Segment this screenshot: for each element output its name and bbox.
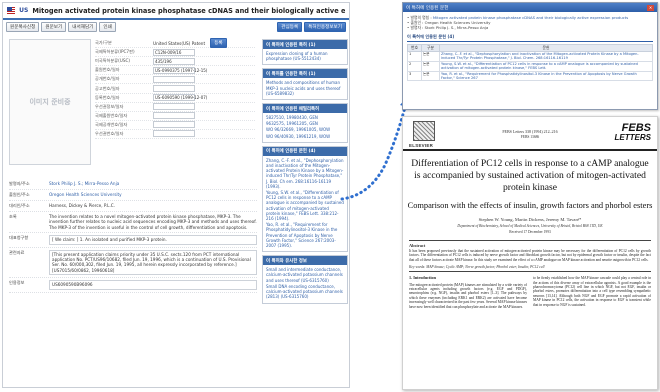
- cited-literature-table: 번호 구분 문헌 1 논문 Zhang, C.-F. et al., "Deph…: [407, 44, 653, 82]
- close-icon[interactable]: ✕: [647, 4, 654, 11]
- paper-keywords: Key words: MAP kinase; Cyclic AMP; Nerve…: [409, 265, 651, 273]
- publisher-name: ELSEVIER: [409, 143, 434, 148]
- meta-row: 공개번호/일자: [95, 75, 255, 85]
- meta-row: 우선권번호/일자: [95, 130, 255, 140]
- list-item[interactable]: Small and intermediate conductance, calc…: [266, 267, 344, 283]
- image-placeholder-text: 이미지 준비중: [29, 98, 71, 106]
- paper-header: ELSEVIER FEBS Letters 338 (1994) 212–216…: [403, 117, 657, 151]
- meta-row: 국제특허분류(IPC7판) C12N-009/16: [95, 48, 255, 58]
- citing-patents-box: 이 특허를 인용한 특허 (1) Methods and composition…: [262, 68, 348, 101]
- bookmark-button[interactable]: 관심등록: [277, 22, 303, 32]
- field-applicant: 출원인/주소 Oregon Health Sciences University: [9, 190, 257, 201]
- paper-affiliation: Department of Biochemistry, School of Me…: [457, 224, 603, 228]
- print-button[interactable]: 인쇄: [99, 22, 116, 32]
- window-info-line: • 발명자 : Stork Philip J. S., Mirra-Pesso …: [407, 25, 489, 30]
- meta-row: 출원번호/일자 US-0990375 (1997-12-15): [95, 66, 255, 76]
- related-info-sidebar: 이 특허에 인용된 특허 (1) Expression cloning of a…: [262, 39, 348, 307]
- abstract-text: It has been proposed previously that the…: [409, 249, 651, 262]
- view-original-button[interactable]: 원문보기: [41, 22, 67, 32]
- save-to-library-button[interactable]: 내서재담기: [68, 22, 98, 32]
- list-item[interactable]: WO 96/40930, 19961219, WOW: [266, 134, 344, 139]
- field-agent: 대리인/주소 Harness, Dickey & Pierce, P.L.C.: [9, 201, 257, 212]
- request-copy-button[interactable]: 원문복사신청: [6, 22, 40, 32]
- citation-info-button[interactable]: 특허인용정보보기: [304, 22, 346, 32]
- intro-heading: 1. Introduction: [409, 275, 436, 281]
- table-row[interactable]: 1 논문 Zhang, C.-F. et al., "Dephosphoryla…: [407, 51, 653, 62]
- meta-row: 국제출원번호/일자: [95, 112, 255, 121]
- field-inventor: 발명자/주소 Stork Philip J. S.; Mirra-Pesso An…: [9, 179, 257, 190]
- cited-patents-box: 이 특허에 인용된 특허 (1) Expression cloning of a…: [262, 39, 348, 66]
- list-item[interactable]: 9632575, 19961205, GEN: [266, 121, 344, 126]
- field-citation-info: 인용정보 US6090590B96096: [9, 278, 257, 293]
- country-code: US: [19, 7, 29, 14]
- list-item[interactable]: Expression cloning of a human phosphatas…: [266, 51, 344, 61]
- patent-toolbar: 원문복사신청 원문보기 내서재담기 인쇄 관심등록 특허인용정보보기: [3, 20, 349, 34]
- list-item[interactable]: Zhang, C.-F. et al., "Dephosphorylation …: [266, 158, 344, 189]
- field-abstract: 초록 The invention relates to a novel mitog…: [9, 212, 257, 234]
- patent-detail-panel: US Mitogen activated protein kinase phos…: [2, 2, 350, 388]
- meta-row: 우선권정보/일자: [95, 103, 255, 112]
- field-related: 관련자료 [This present application claims pri…: [9, 248, 257, 279]
- list-item[interactable]: Methods and compositions of human MKP-3 …: [266, 80, 344, 96]
- meta-row: 공고번호/일자: [95, 84, 255, 94]
- cited-literature-window: 이 특허에 인용된 문헌 ✕ • 발명의 명칭 : Mitogen activa…: [402, 2, 658, 110]
- inventor-link[interactable]: Stork Philip J. S.; Mirra-Pesso Anja: [49, 181, 257, 187]
- list-item[interactable]: Yao, R. et al., "Requirement for Phospha…: [266, 222, 344, 248]
- field-claim: 대표청구항[ We claim: ] 1. An isolated and pu…: [9, 233, 257, 248]
- list-item[interactable]: WO 96/32669, 19961005, WOW: [266, 127, 344, 132]
- paper-preview: ELSEVIER FEBS Letters 338 (1994) 212–216…: [402, 116, 658, 390]
- meta-row: 국가/구분 United States(US) Patent 등록: [95, 38, 255, 49]
- paper-authors: Stephen W. Young, Martin Dickens, Jeremy…: [478, 217, 582, 222]
- window-section-title: 이 특허에 인용된 문헌 (4): [407, 34, 653, 42]
- patent-title-bar: US Mitogen activated protein kinase phos…: [3, 3, 349, 20]
- paper-body: 1. Introduction The mitogen-activated pr…: [409, 275, 651, 309]
- patent-fields: 발명자/주소 Stork Philip J. S.; Mirra-Pesso An…: [9, 179, 257, 293]
- table-row[interactable]: 2 논문 Young, S.W. et al., "Differentiatio…: [407, 60, 653, 72]
- meta-row: 국제공개번호/일자: [95, 121, 255, 130]
- meta-row: 등록번호/일자 US-6090590 (1999-12-07): [95, 94, 255, 103]
- patent-image-placeholder: 이미지 준비중: [9, 39, 91, 165]
- meta-row: 미국특허분류(USC) 435/196: [95, 57, 255, 67]
- window-title: 이 특허에 인용된 문헌: [406, 5, 449, 11]
- paper-subtitle: Comparison with the effects of insulin, …: [407, 201, 653, 210]
- list-item[interactable]: Small DNA encoding conductance, calcium-…: [266, 284, 344, 300]
- paper-column-right: to be firmly established how the MAP kin…: [533, 276, 651, 307]
- similar-info-box: 이 특허와 유사한 정보 Small and intermediate cond…: [262, 255, 348, 304]
- us-flag-icon: [7, 7, 16, 14]
- patent-meta-table: 국가/구분 United States(US) Patent 등록 국제특허분류(…: [95, 38, 255, 140]
- paper-title: Differentiation of PC12 cells in respons…: [411, 158, 649, 193]
- applicant-link[interactable]: Oregon Health Sciences University: [49, 192, 257, 198]
- window-title-bar: 이 특허에 인용된 문헌 ✕: [403, 3, 657, 12]
- patent-title: Mitogen activated protein kinase phospha…: [32, 6, 345, 15]
- paper-received-date: Received 17 December 1993: [509, 230, 551, 234]
- abstract-heading: Abstract: [409, 240, 651, 248]
- paper-column-left: 1. Introduction The mitogen-activated pr…: [409, 275, 527, 309]
- table-row[interactable]: 3 논문 Yao, R. et al., "Requirement for Ph…: [407, 70, 653, 82]
- list-item[interactable]: 5827510, 19980430, GEN: [266, 115, 344, 120]
- status-badge: 등록: [210, 38, 227, 49]
- cited-literature-box: 이 특허에 인용된 문헌 (4) Zhang, C.-F. et al., "D…: [262, 145, 348, 253]
- list-item[interactable]: Young, S.W. et al., "Differentiation of …: [266, 190, 344, 221]
- family-patents-box: 이 특허에 인용된 패밀리특허 5827510, 19980430, GEN 9…: [262, 103, 348, 143]
- febs-letters-logo: FEBS LETTERS: [614, 122, 651, 143]
